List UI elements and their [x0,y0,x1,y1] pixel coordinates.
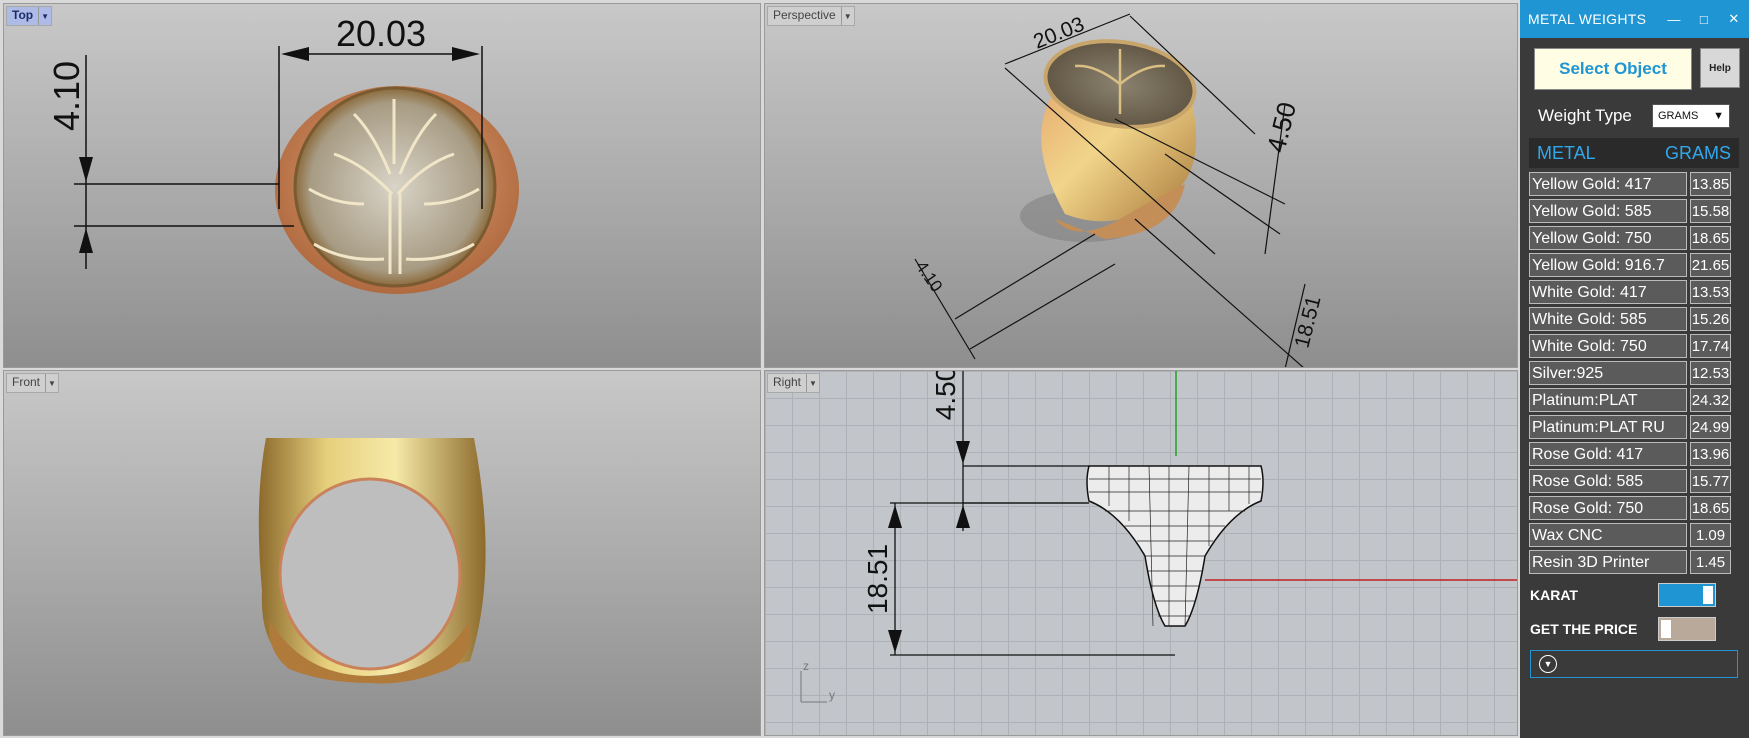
viewport-tab-right[interactable]: Right ▼ [767,373,821,393]
metal-name: White Gold: 585 [1529,307,1687,331]
ring-hole-shape [278,477,462,671]
minimize-icon[interactable]: — [1659,12,1689,27]
metal-row: Platinum:PLAT RU 24.99 [1529,415,1749,439]
karat-toggle[interactable] [1658,583,1716,607]
close-icon[interactable]: ✕ [1719,11,1749,27]
metal-row: Resin 3D Printer 1.45 [1529,550,1749,574]
metal-grams: 1.09 [1690,523,1731,547]
chevron-down-icon: ▼ [1713,110,1724,122]
metal-row: Yellow Gold: 750 18.65 [1529,226,1749,250]
viewport-label-perspective: Perspective [773,8,836,22]
right-view-scene: 4.50 18.51 z y [800,371,1517,703]
metal-row: Rose Gold: 750 18.65 [1529,496,1749,520]
expand-circle-icon[interactable]: ▼ [1539,655,1557,673]
viewport-tab-perspective[interactable]: Perspective ▼ [767,6,855,26]
viewport-perspective[interactable]: Perspective ▼ 20.03 4.50 4.10 18.51 [764,3,1518,368]
weight-type-value: GRAMS [1658,110,1699,122]
panel-header: METAL WEIGHTS — □ ✕ [1520,0,1749,38]
chevron-down-icon[interactable]: ▼ [840,7,854,25]
get-price-label: GET THE PRICE [1530,621,1638,637]
dimension-ring: 18.51 [1291,294,1326,351]
metal-name: Yellow Gold: 750 [1529,226,1687,250]
metal-weights-panel: METAL WEIGHTS — □ ✕ Select Object Help W… [1520,0,1749,738]
metal-name: Yellow Gold: 417 [1529,172,1687,196]
metal-name: Wax CNC [1529,523,1687,547]
metal-row: White Gold: 750 17.74 [1529,334,1749,358]
chevron-down-icon[interactable]: ▼ [806,374,819,392]
weight-type-label: Weight Type [1538,106,1632,125]
viewport-right[interactable]: Right ▼ 4.50 18.51 z y [764,370,1518,736]
dimension-height: 4.10 [46,61,87,131]
dimension-top: 4.50 [1261,99,1302,155]
viewport-label-right: Right [773,375,802,389]
metal-grams: 15.26 [1690,307,1731,331]
metal-name: Platinum:PLAT RU [1529,415,1687,439]
dimension-ring: 18.51 [862,544,893,614]
chevron-down-icon[interactable]: ▼ [38,7,51,25]
wireframe-profile [1086,465,1264,627]
metal-row: Yellow Gold: 916.7 21.65 [1529,253,1749,277]
metal-grams: 24.99 [1690,415,1731,439]
metal-row: Yellow Gold: 417 13.85 [1529,172,1749,196]
get-price-toggle[interactable] [1658,617,1716,641]
metal-row: White Gold: 585 15.26 [1529,307,1749,331]
metal-name: Silver:925 [1529,361,1687,385]
axis-label-z: z [803,659,809,673]
metal-name: Rose Gold: 750 [1529,496,1687,520]
perspective-view-scene: 20.03 4.50 4.10 18.51 [912,13,1326,367]
viewport-top[interactable]: Top ▼ 20.03 4.10 [3,3,761,368]
metal-grams: 13.85 [1690,172,1731,196]
karat-label: KARAT [1530,587,1578,603]
metal-grams: 21.65 [1690,253,1731,277]
metal-name: Rose Gold: 585 [1529,469,1687,493]
dimension-width: 20.03 [336,13,426,54]
metal-row: Rose Gold: 417 13.96 [1529,442,1749,466]
select-object-button[interactable]: Select Object [1534,48,1692,90]
metal-name: Yellow Gold: 916.7 [1529,253,1687,277]
metal-grams: 18.65 [1690,226,1731,250]
metal-name: Rose Gold: 417 [1529,442,1687,466]
help-button[interactable]: Help [1700,48,1740,88]
metal-grams: 18.65 [1690,496,1731,520]
metal-grams: 12.53 [1690,361,1731,385]
metal-grams: 24.32 [1690,388,1731,412]
metal-name: Resin 3D Printer [1529,550,1687,574]
metal-grams: 13.53 [1690,280,1731,304]
metal-grams: 13.96 [1690,442,1731,466]
metal-row: Silver:925 12.53 [1529,361,1749,385]
metal-name: Yellow Gold: 585 [1529,199,1687,223]
maximize-icon[interactable]: □ [1689,12,1719,27]
metal-row: Wax CNC 1.09 [1529,523,1749,547]
front-view-scene [258,438,486,684]
metal-row: Rose Gold: 585 15.77 [1529,469,1749,493]
metal-row: Platinum:PLAT 24.32 [1529,388,1749,412]
viewport-tab-top[interactable]: Top ▼ [6,6,53,26]
weight-type-select[interactable]: GRAMS ▼ [1652,104,1730,128]
chevron-down-icon[interactable]: ▼ [45,374,58,392]
metal-name: White Gold: 417 [1529,280,1687,304]
panel-title: METAL WEIGHTS [1528,11,1647,27]
viewport-front[interactable]: Front ▼ [3,370,761,736]
viewport-label-front: Front [12,375,41,389]
expander-row[interactable]: ▼ [1530,650,1738,678]
top-view-scene: 20.03 4.10 [46,13,519,294]
dimension-top: 4.50 [930,371,961,420]
axis-label-y: y [829,688,835,702]
metal-name: Platinum:PLAT [1529,388,1687,412]
axis-widget [800,671,827,703]
metal-row: Yellow Gold: 585 15.58 [1529,199,1749,223]
viewport-label-top: Top [12,8,34,22]
column-metal: METAL [1537,142,1596,163]
metal-grams: 15.58 [1690,199,1731,223]
viewport-tab-front[interactable]: Front ▼ [6,373,60,393]
metal-list: Yellow Gold: 417 13.85 Yellow Gold: 585 15.… [1529,172,1749,574]
metal-name: White Gold: 750 [1529,334,1687,358]
metal-grams: 15.77 [1690,469,1731,493]
column-grams: GRAMS [1664,142,1731,163]
metal-row: White Gold: 417 13.53 [1529,280,1749,304]
metal-table-header: METAL GRAMS [1529,138,1739,168]
metal-grams: 17.74 [1690,334,1731,358]
metal-grams: 1.45 [1690,550,1731,574]
